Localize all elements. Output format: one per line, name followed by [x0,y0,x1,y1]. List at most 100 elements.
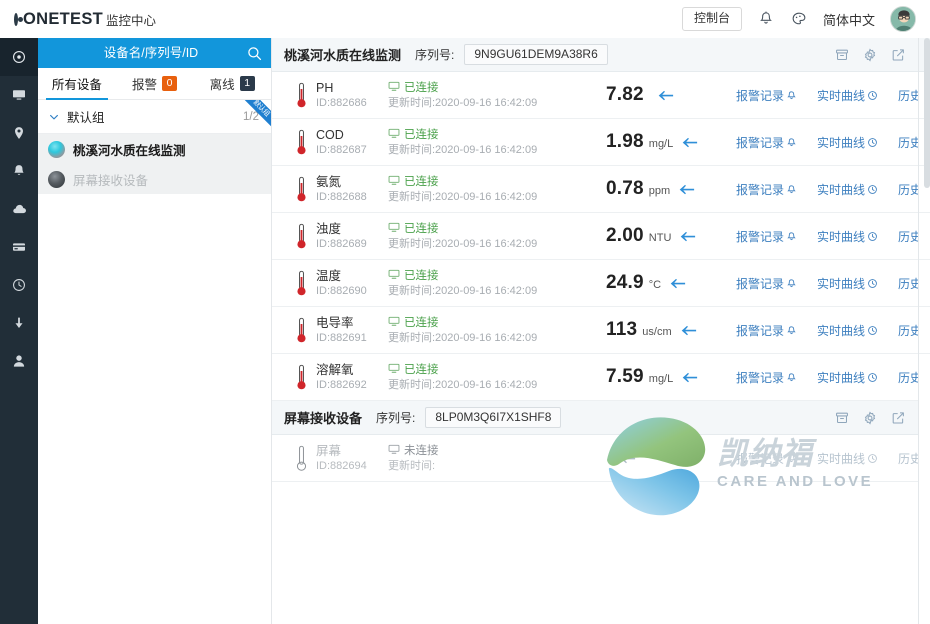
tab-all-devices[interactable]: 所有设备 [38,68,116,100]
table-row[interactable]: 浊度 ID:882689 已连接 更新时间:2020-09-16 16:42:0… [272,213,918,260]
archive-icon[interactable] [834,47,850,63]
gear-icon[interactable] [862,410,878,426]
edit-icon[interactable] [890,410,906,426]
sidebar-item-cloud[interactable] [0,190,38,228]
sidebar-item-device[interactable] [0,76,38,114]
sidebar-item-card[interactable] [0,228,38,266]
console-button[interactable]: 控制台 [681,7,742,31]
tab-label: 离线 [209,78,235,92]
language-selector[interactable]: 简体中文 [823,10,875,29]
realtime-curve-link[interactable]: 实时曲线 [817,369,878,386]
search-icon[interactable] [246,45,263,62]
clipped-row [919,260,930,307]
clock-curve-icon [868,184,877,194]
clock-curve-icon [868,137,877,147]
clock-curve-icon [868,278,877,288]
device-card-header: 屏幕接收设备 序列号: 8LP0M3Q6I7X1SHF8 [272,401,918,435]
sidebar-item-alarm[interactable] [0,152,38,190]
device-card-actions [834,47,906,63]
table-row[interactable]: 温度 ID:882690 已连接 更新时间:2020-09-16 16:42:0… [272,260,918,307]
device-card-actions [834,410,906,426]
alarm-record-link[interactable]: 报警记录 [736,450,797,467]
alarm-record-link[interactable]: 报警记录 [736,275,797,292]
clipped-row [919,307,930,354]
sidebar-item-history[interactable] [0,266,38,304]
search-bar [38,38,271,68]
sensor-reading: 24.9 [606,272,644,293]
serial-number-value[interactable]: 9N9GU61DEM9A38R6 [464,43,608,66]
device-name: 屏幕接收设备 [73,173,149,188]
edit-icon[interactable] [890,47,906,63]
sensor-value [606,453,736,464]
tab-label: 所有设备 [51,78,102,92]
realtime-curve-link[interactable]: 实时曲线 [817,275,878,292]
alarm-record-link[interactable]: 报警记录 [736,369,797,386]
table-row[interactable]: 氨氮 ID:882688 已连接 更新时间:2020-09-16 16:42:0… [272,166,918,213]
bell-icon[interactable] [757,10,775,28]
sensor-id: ID:882689 [316,237,367,250]
alarm-record-link[interactable]: 报警记录 [736,228,797,245]
connection-status: 已连接 [404,316,439,329]
realtime-curve-link[interactable]: 实时曲线 [817,322,878,339]
alarm-record-link[interactable]: 报警记录 [736,322,797,339]
realtime-curve-link[interactable]: 实时曲线 [817,134,878,151]
history-query-link[interactable]: 历史查询 [898,134,918,151]
palette-icon[interactable] [790,10,808,28]
history-query-link[interactable]: 历史查询 [898,181,918,198]
search-input[interactable] [66,46,236,60]
alarm-record-link[interactable]: 报警记录 [736,87,797,104]
alarm-record-link[interactable]: 报警记录 [736,181,797,198]
sensor-id: ID:882688 [316,190,367,203]
thermometer-icon [286,80,316,111]
serial-number-value[interactable]: 8LP0M3Q6I7X1SHF8 [425,406,562,429]
sidebar-item-monitor-center[interactable] [0,38,38,76]
trend-arrow-icon [681,325,697,336]
tab-offline[interactable]: 离线 1 [193,68,271,99]
sidebar-item-user[interactable] [0,342,38,380]
monitor-icon [388,221,400,237]
realtime-curve-link[interactable]: 实时曲线 [817,450,878,467]
sensor-info: 温度 ID:882690 已连接 更新时间:2020-09-16 16:42:0… [316,268,606,299]
table-row[interactable]: COD ID:882687 已连接 更新时间:2020-09-16 16:42:… [272,119,918,166]
table-row[interactable]: 溶解氧 ID:882692 已连接 更新时间:2020-09-16 16:42:… [272,354,918,401]
link-label: 历史查询 [898,323,918,338]
right-clipped-panel [918,38,930,624]
history-query-link[interactable]: 历史查询 [898,228,918,245]
chevron-down-icon[interactable] [48,111,60,123]
history-query-link[interactable]: 历史查询 [898,322,918,339]
table-row[interactable]: PH ID:882686 已连接 更新时间:2020-09-16 16:42:0… [272,72,918,119]
history-query-link[interactable]: 历史查询 [898,450,918,467]
link-label: 历史查询 [898,229,918,244]
sensor-actions: 报警记录 实时曲线 历史查询 [736,134,918,151]
alarm-record-link[interactable]: 报警记录 [736,134,797,151]
sidebar-item-location[interactable] [0,114,38,152]
connection-status: 已连接 [404,175,439,188]
history-query-link[interactable]: 历史查询 [898,87,918,104]
sensor-reading: 1.98 [606,131,644,152]
sidebar-item-download[interactable] [0,304,38,342]
tab-alarm[interactable]: 报警 0 [116,68,194,99]
trend-arrow-icon [658,90,674,101]
table-row[interactable]: 屏幕 ID:882694 未连接 更新时间: 报警记录 实时曲线 历史 [272,435,918,482]
link-label: 实时曲线 [817,88,866,103]
clipped-row [919,213,930,260]
realtime-curve-link[interactable]: 实时曲线 [817,87,878,104]
archive-icon[interactable] [834,410,850,426]
table-row[interactable]: 电导率 ID:882691 已连接 更新时间:2020-09-16 16:42:… [272,307,918,354]
avatar[interactable] [890,6,916,32]
realtime-curve-link[interactable]: 实时曲线 [817,228,878,245]
list-item[interactable]: 屏幕接收设备 [38,164,271,194]
link-label: 报警记录 [736,88,785,103]
serial-number-label: 序列号: [376,411,416,425]
realtime-curve-link[interactable]: 实时曲线 [817,181,878,198]
gear-icon[interactable] [862,47,878,63]
thermometer-icon [286,315,316,346]
device-group-row[interactable]: 默认组 1/2 默认组 [38,100,271,134]
history-query-link[interactable]: 历史查询 [898,275,918,292]
monitor-icon [388,362,400,378]
list-item[interactable]: 桃溪河水质在线监测 [38,134,271,164]
history-query-link[interactable]: 历史查询 [898,369,918,386]
vertical-scrollbar-thumb[interactable] [924,38,930,188]
bell-icon [787,372,796,381]
link-label: 历史查询 [898,135,918,150]
